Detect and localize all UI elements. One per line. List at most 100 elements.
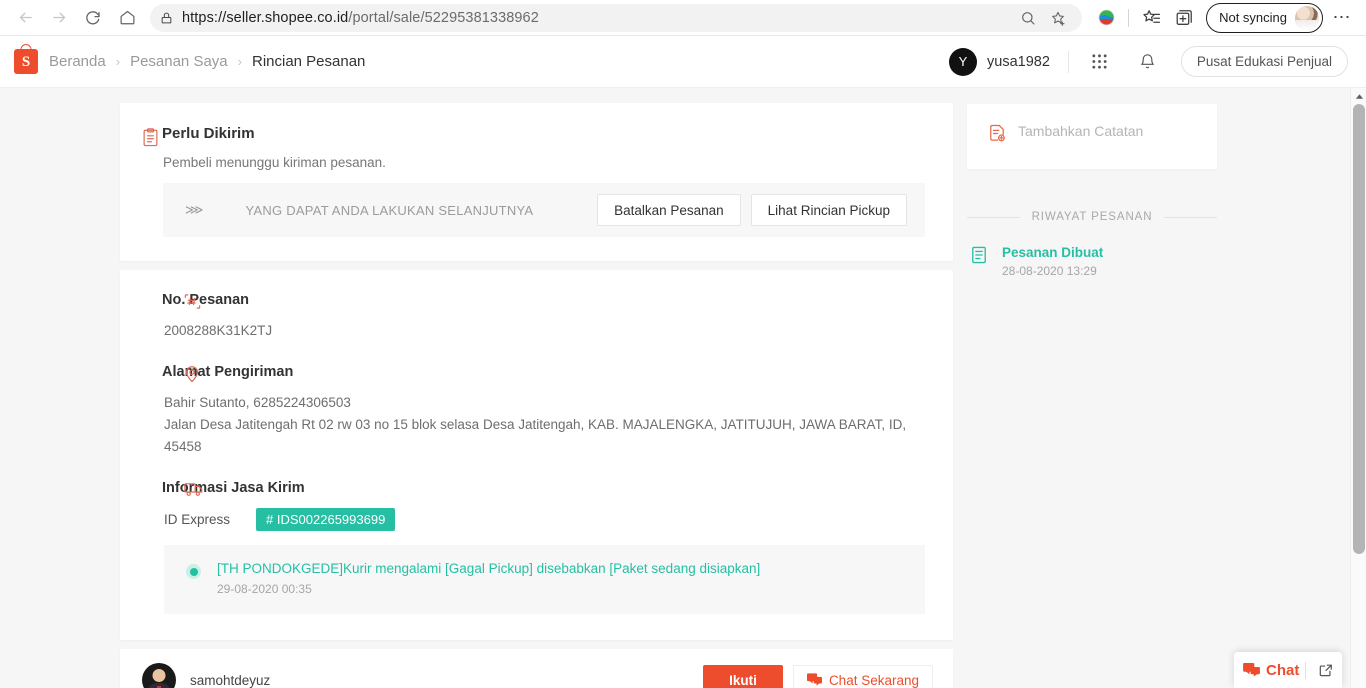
star-add-icon[interactable] [1044, 4, 1072, 32]
seller-name: samohtdeyuz [190, 672, 271, 688]
seller-card: samohtdeyuz Ikuti Chat Sekarang [120, 649, 953, 688]
address-bar[interactable]: https://seller.shopee.co.id/portal/sale/… [150, 3, 1083, 32]
user-name: yusa1982 [987, 53, 1050, 70]
shopee-logo-icon[interactable]: S [14, 44, 38, 74]
browser-toolbar-actions: Not syncing ⋯ [1090, 2, 1358, 34]
order-details-card: No. Pesanan 2008288K31K2TJ Alamat Pengir… [120, 270, 953, 640]
back-button[interactable] [8, 2, 42, 34]
extension-globe-icon[interactable] [1090, 2, 1122, 34]
scrollbar-thumb[interactable] [1353, 104, 1365, 554]
shipping-info-block: Informasi Jasa Kirim ID Express # IDS002… [162, 480, 925, 614]
history-item-time: 28-08-2020 13:29 [1002, 264, 1097, 278]
add-note-box[interactable]: Tambahkan Catatan [967, 104, 1217, 169]
more-options-icon[interactable]: ⋯ [1326, 2, 1358, 34]
divider-line-right [1164, 216, 1218, 218]
status-subtitle: Pembeli menunggu kiriman pesanan. [163, 155, 386, 170]
tracking-number-badge[interactable]: # IDS002265993699 [256, 508, 396, 531]
add-note-placeholder: Tambahkan Catatan [1018, 123, 1144, 139]
truck-icon [184, 481, 203, 497]
courier-name: ID Express [164, 512, 231, 527]
breadcrumb-item-pesanan-saya[interactable]: Pesanan Saya [130, 53, 228, 70]
shopee-logo-letter: S [21, 53, 31, 70]
chat-now-button[interactable]: Chat Sekarang [792, 664, 933, 688]
breadcrumb-item-rincian-pesanan: Rincian Pesanan [251, 53, 366, 70]
collections-star-icon[interactable] [1135, 2, 1167, 34]
notification-bell-icon[interactable] [1135, 49, 1161, 75]
header-divider [1067, 50, 1069, 73]
breadcrumb: S Beranda › Pesanan Saya › Rincian Pesan… [14, 44, 366, 74]
add-note-icon [989, 124, 1005, 142]
chat-bubble-icon [1243, 662, 1260, 678]
view-pickup-details-button[interactable]: Lihat Rincian Pickup [750, 194, 907, 226]
chat-bubble-icon [806, 673, 822, 687]
browser-toolbar: https://seller.shopee.co.id/portal/sale/… [0, 0, 1366, 36]
home-button[interactable] [110, 2, 144, 34]
main-column: Perlu Dikirim Pembeli menunggu kiriman p… [120, 103, 953, 688]
document-icon [971, 246, 987, 278]
scroll-up-arrow-icon[interactable] [1351, 88, 1366, 104]
shipping-info-title: Informasi Jasa Kirim [162, 480, 305, 496]
expand-popout-icon[interactable] [1319, 663, 1333, 677]
content-area: Perlu Dikirim Pembeli menunggu kiriman p… [0, 88, 1366, 688]
reload-button[interactable] [76, 2, 110, 34]
shipping-address-title: Alamat Pengiriman [162, 364, 294, 380]
floating-chat-widget[interactable]: Chat [1234, 652, 1342, 688]
cancel-order-button[interactable]: Batalkan Pesanan [597, 194, 741, 226]
profile-avatar [1295, 5, 1319, 30]
tab-stack-icon[interactable] [1168, 2, 1200, 34]
shipping-recipient: Bahir Sutanto, 6285224306503 [164, 395, 351, 410]
order-status-card: Perlu Dikirim Pembeli menunggu kiriman p… [120, 103, 953, 261]
timeline-dot-icon [186, 564, 201, 579]
history-entry-text: Pesanan Dibuat 28-08-2020 13:29 [1002, 245, 1103, 278]
profile-sync-label: Not syncing [1219, 10, 1287, 25]
header-actions: Y yusa1982 Pusat Edukasi Penjual [949, 46, 1348, 77]
toolbar-divider [1128, 8, 1130, 27]
order-history-divider: RIWAYAT PESANAN [967, 211, 1218, 223]
next-action-label: YANG DAPAT ANDA LAKUKAN SELANJUTNYA [245, 202, 534, 218]
order-number-block: No. Pesanan 2008288K31K2TJ [162, 292, 925, 342]
breadcrumb-item-beranda[interactable]: Beranda [49, 53, 106, 70]
seller-avatar[interactable] [142, 663, 176, 688]
sidebar-column: Tambahkan Catatan RIWAYAT PESANAN Pesana… [967, 103, 1218, 688]
search-zoom-icon[interactable] [1014, 4, 1042, 32]
location-pin-icon [184, 365, 200, 383]
url-text: https://seller.shopee.co.id/portal/sale/… [182, 9, 539, 26]
divider-line-left [967, 216, 1020, 218]
breadcrumb-separator: › [237, 54, 242, 69]
history-item-title[interactable]: Pesanan Dibuat [1002, 245, 1103, 260]
site-header: S Beranda › Pesanan Saya › Rincian Pesan… [0, 36, 1366, 88]
clipboard-icon [142, 128, 159, 147]
avatar: Y [949, 47, 978, 76]
shipping-address-value: Jalan Desa Jatitengah Rt 02 rw 03 no 15 … [164, 417, 907, 454]
order-history-label: RIWAYAT PESANAN [1031, 211, 1153, 223]
courier-row: ID Express # IDS002265993699 [162, 508, 925, 531]
breadcrumb-separator: › [115, 54, 121, 69]
tracking-timeline: [TH PONDOKGEDE]Kurir mengalami [Gagal Pi… [164, 545, 925, 614]
chat-widget-divider [1305, 661, 1306, 679]
next-action-buttons: Batalkan Pesanan Lihat Rincian Pickup [597, 194, 907, 226]
chevrons-icon: ⋙ [185, 202, 203, 217]
grid-apps-icon[interactable] [1087, 49, 1113, 75]
chat-widget-label: Chat [1266, 661, 1300, 679]
page-body: Perlu Dikirim Pembeli menunggu kiriman p… [0, 88, 1366, 688]
lock-icon [160, 11, 173, 25]
order-number-title: No. Pesanan [162, 292, 250, 308]
chat-now-label: Chat Sekarang [828, 672, 919, 688]
history-item: Pesanan Dibuat 28-08-2020 13:29 [967, 245, 1217, 278]
avatar-initial: Y [958, 54, 968, 69]
timeline-time: 29-08-2020 00:35 [217, 582, 312, 596]
profile-button[interactable]: Not syncing [1206, 2, 1323, 33]
education-center-button[interactable]: Pusat Edukasi Penjual [1180, 46, 1348, 77]
next-action-bar: ⋙ YANG DAPAT ANDA LAKUKAN SELANJUTNYA Ba… [163, 183, 925, 237]
hash-number-icon [184, 293, 201, 310]
shipping-address-block: Alamat Pengiriman Bahir Sutanto, 6285224… [162, 364, 925, 458]
page-title: Perlu Dikirim [162, 125, 255, 142]
seller-actions: Ikuti Chat Sekarang [703, 664, 933, 688]
page-scrollbar[interactable] [1350, 88, 1366, 688]
forward-button[interactable] [42, 2, 76, 34]
timeline-message: [TH PONDOKGEDE]Kurir mengalami [Gagal Pi… [217, 561, 761, 576]
follow-button[interactable]: Ikuti [703, 664, 783, 688]
order-number-value: 2008288K31K2TJ [164, 323, 273, 338]
timeline-entry: [TH PONDOKGEDE]Kurir mengalami [Gagal Pi… [217, 561, 760, 596]
user-menu[interactable]: Y yusa1982 [949, 47, 1050, 76]
